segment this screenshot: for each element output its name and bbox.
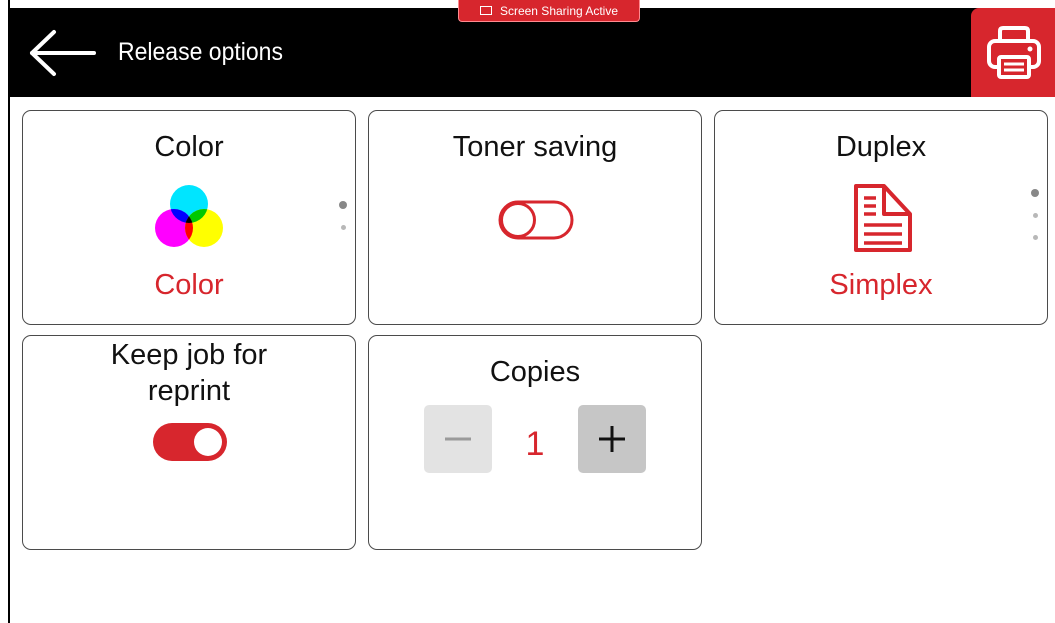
toner-saving-tile[interactable]: Toner saving [368,110,702,325]
print-button[interactable] [971,8,1055,97]
color-tile[interactable]: Color Color [22,110,356,325]
toner-saving-title: Toner saving [452,131,618,163]
keep-job-title-line2: reprint [147,375,231,407]
copies-tile: Copies 1 [368,335,702,550]
page-title: Release options [118,38,283,66]
minus-icon [445,437,471,441]
duplex-title: Duplex [835,131,927,163]
page-dot [1032,235,1038,240]
page-dot [340,225,346,230]
copies-title: Copies [489,356,581,388]
keep-job-toggle[interactable] [152,422,228,462]
copies-value: 1 [525,425,545,463]
keep-job-tile[interactable]: Keep job for reprint [22,335,356,550]
toner-saving-toggle[interactable] [498,200,574,240]
page-dot [1032,213,1038,218]
color-page-indicator [339,201,347,237]
decrement-button[interactable] [424,405,492,473]
back-button[interactable] [28,28,98,78]
duplex-tile[interactable]: Duplex Simplex [714,110,1048,325]
plus-icon [599,426,625,452]
duplex-value: Simplex [829,269,933,301]
color-value: Color [154,269,224,301]
simplex-document-icon [854,184,912,252]
color-tile-title: Color [154,131,224,163]
increment-button[interactable] [578,405,646,473]
screen-sharing-label: Screen Sharing Active [499,4,619,18]
page-dot-active [339,201,347,209]
arrow-left-icon [30,30,96,76]
screen-sharing-badge: Screen Sharing Active [458,0,640,22]
printer-icon [987,26,1041,79]
page-dot-active [1031,189,1039,197]
keep-job-title-line1: Keep job for [110,339,268,371]
duplex-page-indicator [1031,189,1039,245]
monitor-icon [479,6,492,16]
rgb-color-wheel-icon [155,185,223,247]
